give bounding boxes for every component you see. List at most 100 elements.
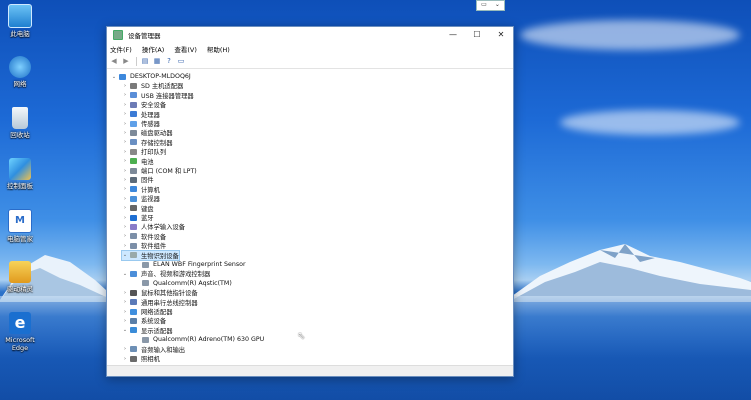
tree-item-label: 音频输入和输出: [141, 346, 186, 354]
device-tree: ⌄ DESKTOP-MLDOQ6J › SD 主机适配器 › USB 连接器管理器 › 安全设…: [107, 70, 513, 364]
tree-item[interactable]: › 计算机: [122, 185, 160, 194]
back-icon[interactable]: ◀: [109, 57, 119, 66]
desktop-icon-recycle-bin[interactable]: 回收站: [2, 107, 38, 139]
close-button[interactable]: ✕: [489, 27, 513, 43]
menu-icon[interactable]: ▭: [481, 1, 487, 10]
chevron-right-icon[interactable]: ›: [122, 346, 128, 352]
menu-file[interactable]: 文件(F): [110, 44, 132, 54]
toolbar-separator: [136, 57, 137, 66]
desktop-icon-driver[interactable]: 驱动精灵: [2, 261, 38, 293]
tree-item[interactable]: › 软件设备: [122, 232, 166, 241]
maximize-button[interactable]: ☐: [465, 27, 489, 43]
tree-item[interactable]: › 监视器: [122, 194, 160, 203]
tree-item[interactable]: › 处理器: [122, 110, 160, 119]
scan-hardware-icon[interactable]: ▭: [176, 57, 186, 66]
tree-item-label: Qualcomm(R) Aqstic(TM): [153, 279, 232, 287]
show-hide-tree-icon[interactable]: ▤: [140, 57, 150, 66]
tree-child-item[interactable]: ELAN WBF Fingerprint Sensor: [134, 260, 246, 269]
tree-item[interactable]: › SD 主机适配器: [122, 81, 183, 90]
chevron-right-icon[interactable]: ›: [122, 224, 128, 230]
firmware-icon: [130, 176, 137, 183]
tree-item[interactable]: › 系统设备: [122, 316, 166, 325]
properties-icon[interactable]: ▦: [152, 57, 162, 66]
chevron-right-icon[interactable]: ›: [122, 205, 128, 211]
chevron-right-icon[interactable]: ›: [122, 111, 128, 117]
desktop-icon-network[interactable]: 网络: [2, 56, 38, 88]
tree-item[interactable]: › 软件组件: [122, 241, 166, 250]
tree-item[interactable]: › 人体学输入设备: [122, 222, 185, 231]
tree-child-item[interactable]: Qualcomm(R) Aqstic(TM): [134, 279, 232, 288]
tree-item-label: SD 主机适配器: [141, 83, 184, 91]
chevron-right-icon[interactable]: ›: [122, 196, 128, 202]
chevron-down-icon[interactable]: ⌄: [122, 271, 128, 277]
chevron-right-icon[interactable]: ›: [122, 318, 128, 324]
pc-manager-icon: M: [8, 209, 32, 233]
tree-item[interactable]: › 键盘: [122, 204, 154, 213]
menu-help[interactable]: 帮助(H): [207, 44, 230, 54]
tree-child-item[interactable]: Qualcomm(R) Adreno(TM) 630 GPU: [134, 335, 264, 344]
tree-item[interactable]: › 照相机: [122, 354, 160, 363]
chevron-right-icon[interactable]: ›: [122, 215, 128, 221]
chevron-right-icon[interactable]: ›: [122, 158, 128, 164]
chevron-right-icon[interactable]: ›: [122, 92, 128, 98]
chevron-right-icon[interactable]: ›: [122, 168, 128, 174]
minimize-button[interactable]: —: [441, 27, 465, 43]
tree-item[interactable]: ⌄ 生物识别设备: [121, 249, 180, 261]
tree-item[interactable]: › 通用串行总线控制器: [122, 298, 198, 307]
chevron-right-icon[interactable]: ›: [122, 177, 128, 183]
tree-item-label: 安全设备: [141, 102, 167, 110]
chevron-right-icon[interactable]: ›: [122, 233, 128, 239]
tree-item[interactable]: › 磁盘驱动器: [122, 128, 172, 137]
chevron-right-icon[interactable]: ›: [122, 299, 128, 305]
chevron-right-icon[interactable]: ›: [122, 243, 128, 249]
tree-item[interactable]: › USB 连接器管理器: [122, 91, 194, 100]
forward-icon[interactable]: ▶: [121, 57, 131, 66]
printer-icon: [130, 148, 137, 155]
tree-root[interactable]: ⌄ DESKTOP-MLDOQ6J: [111, 72, 191, 81]
tree-item[interactable]: › 网络适配器: [122, 307, 172, 316]
tree-item[interactable]: › 打印队列: [122, 147, 166, 156]
chevron-right-icon[interactable]: ›: [122, 186, 128, 192]
chevron-right-icon[interactable]: ›: [122, 149, 128, 155]
toolbar: ◀ ▶ ▤ ▦ ? ▭: [107, 55, 513, 69]
chevron-right-icon[interactable]: ›: [122, 130, 128, 136]
chevron-down-icon[interactable]: ⌄: [122, 327, 128, 333]
desktop-icon-pc-manager[interactable]: M 电脑管家: [2, 209, 38, 243]
chevron-right-icon[interactable]: ›: [122, 309, 128, 315]
chevron-right-icon[interactable]: ›: [122, 102, 128, 108]
tree-item[interactable]: ⌄ 声音、视频和游戏控制器: [122, 269, 210, 278]
tree-item[interactable]: › 安全设备: [122, 100, 166, 109]
tree-item-label: USB 连接器管理器: [141, 92, 194, 100]
tree-item[interactable]: › 音频输入和输出: [122, 345, 185, 354]
desktop-icon-this-pc[interactable]: 此电脑: [2, 4, 38, 38]
title-bar[interactable]: 设备管理器 — ☐ ✕: [107, 27, 513, 43]
taskbar-mini-controls[interactable]: ▭ ⌄: [476, 0, 505, 11]
chevron-down-icon[interactable]: ⌄: [122, 252, 128, 258]
chevron-right-icon[interactable]: ›: [122, 139, 128, 145]
help-icon[interactable]: ?: [164, 57, 174, 66]
tree-item[interactable]: › 端口 (COM 和 LPT): [122, 166, 197, 175]
chevron-right-icon[interactable]: ›: [122, 356, 128, 362]
tree-item[interactable]: › 存储控制器: [122, 138, 172, 147]
desktop-icon-label: 电脑管家: [7, 235, 33, 243]
tree-item-label: 磁盘驱动器: [141, 130, 173, 138]
tree-item-label: 生物识别设备: [141, 252, 179, 260]
menu-view[interactable]: 查看(V): [174, 44, 197, 54]
desktop-icon-control-panel[interactable]: 控制面板: [2, 158, 38, 190]
chevron-down-icon[interactable]: ⌄: [111, 74, 117, 80]
tree-item[interactable]: › 鼠标和其他指针设备: [122, 288, 198, 297]
tree-item[interactable]: › 传感器: [122, 119, 160, 128]
desktop-icon-edge[interactable]: e Microsoft Edge: [2, 312, 38, 352]
tree-item[interactable]: › 电池: [122, 157, 154, 166]
chevron-right-icon[interactable]: ›: [122, 121, 128, 127]
chevron-right-icon[interactable]: ›: [122, 83, 128, 89]
tree-item-label: 电池: [141, 158, 154, 166]
tree-item[interactable]: › 蓝牙: [122, 213, 154, 222]
computer-icon: [119, 73, 126, 80]
tree-item[interactable]: ⌄ 显示适配器: [122, 326, 172, 335]
chevron-right-icon[interactable]: ›: [122, 290, 128, 296]
menu-action[interactable]: 操作(A): [142, 44, 165, 54]
tree-item[interactable]: › 固件: [122, 175, 154, 184]
desktop-icon-label: Microsoft Edge: [5, 336, 35, 352]
chevron-down-icon[interactable]: ⌄: [495, 1, 500, 10]
